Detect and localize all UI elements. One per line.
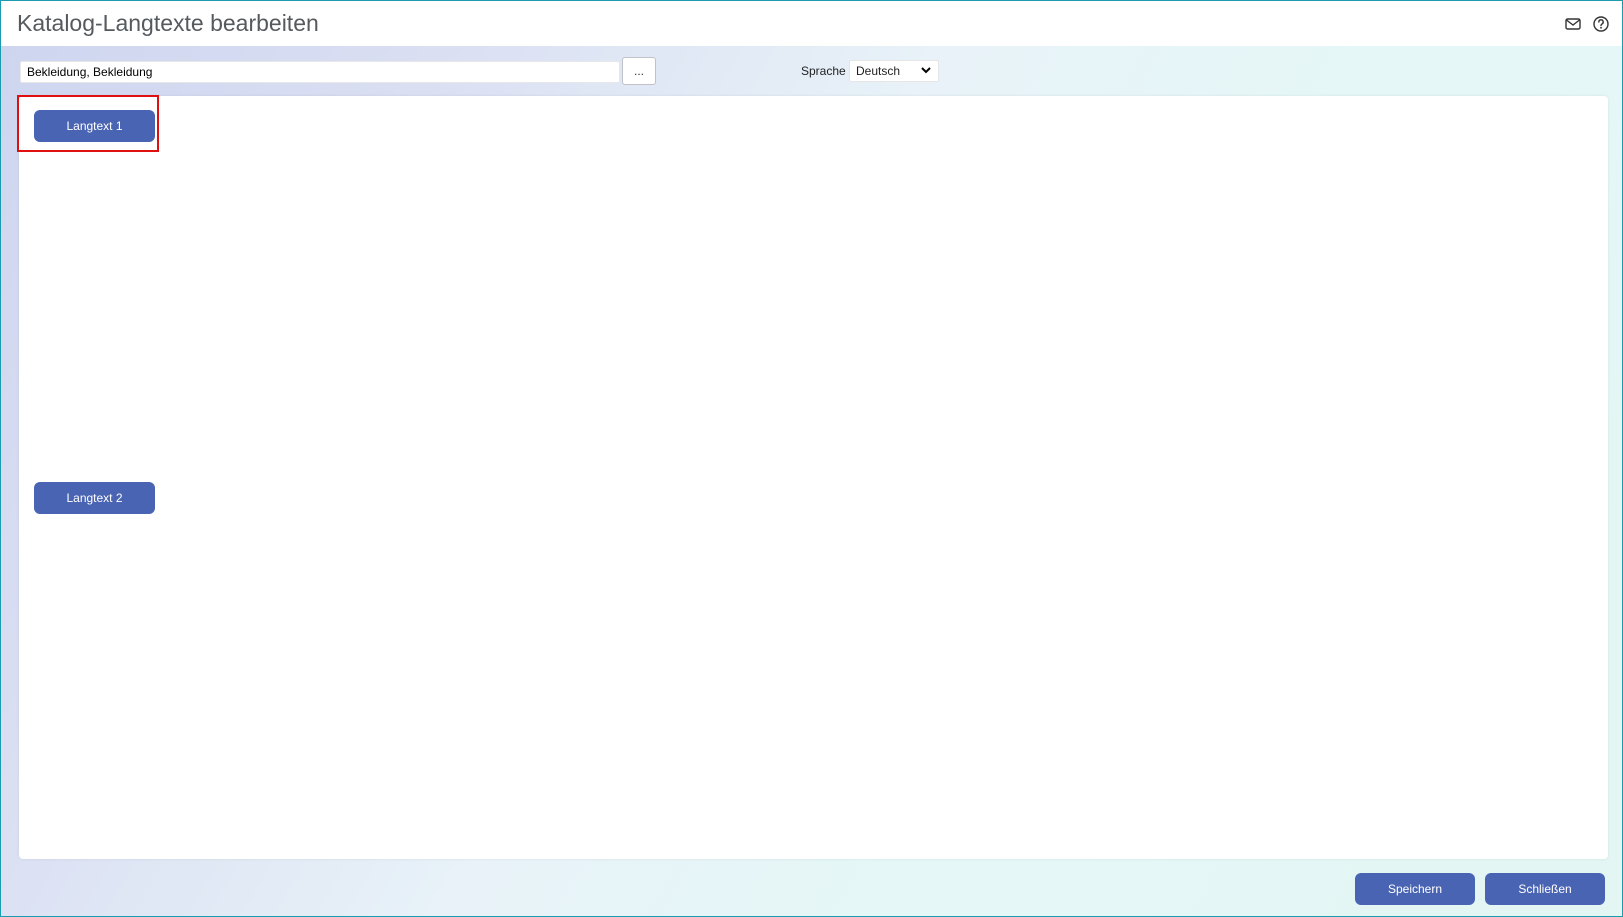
close-button[interactable]: Schließen	[1485, 873, 1605, 905]
title-bar: Katalog-Langtexte bearbeiten	[1, 1, 1622, 46]
catalog-input[interactable]	[20, 61, 620, 83]
dialog-title: Katalog-Langtexte bearbeiten	[17, 10, 319, 36]
langtext-panel: Langtext 1 Langtext 2	[17, 95, 1608, 859]
browse-button[interactable]: ...	[622, 57, 656, 85]
langtext-1-button[interactable]: Langtext 1	[34, 110, 155, 142]
language-label: Sprache	[801, 64, 846, 78]
dialog-window: Katalog-Langtexte bearbeiten ... Sprache	[0, 0, 1623, 917]
langtext-2-button[interactable]: Langtext 2	[34, 482, 155, 514]
title-icons	[1564, 15, 1610, 33]
language-select-value: Deutsch	[856, 64, 901, 78]
chevron-down-icon	[920, 64, 932, 79]
help-icon[interactable]	[1592, 15, 1610, 33]
mail-icon[interactable]	[1564, 15, 1582, 33]
save-button[interactable]: Speichern	[1355, 873, 1475, 905]
language-select[interactable]: Deutsch	[849, 60, 939, 82]
toolbar: ... Sprache Deutsch	[1, 46, 1622, 96]
